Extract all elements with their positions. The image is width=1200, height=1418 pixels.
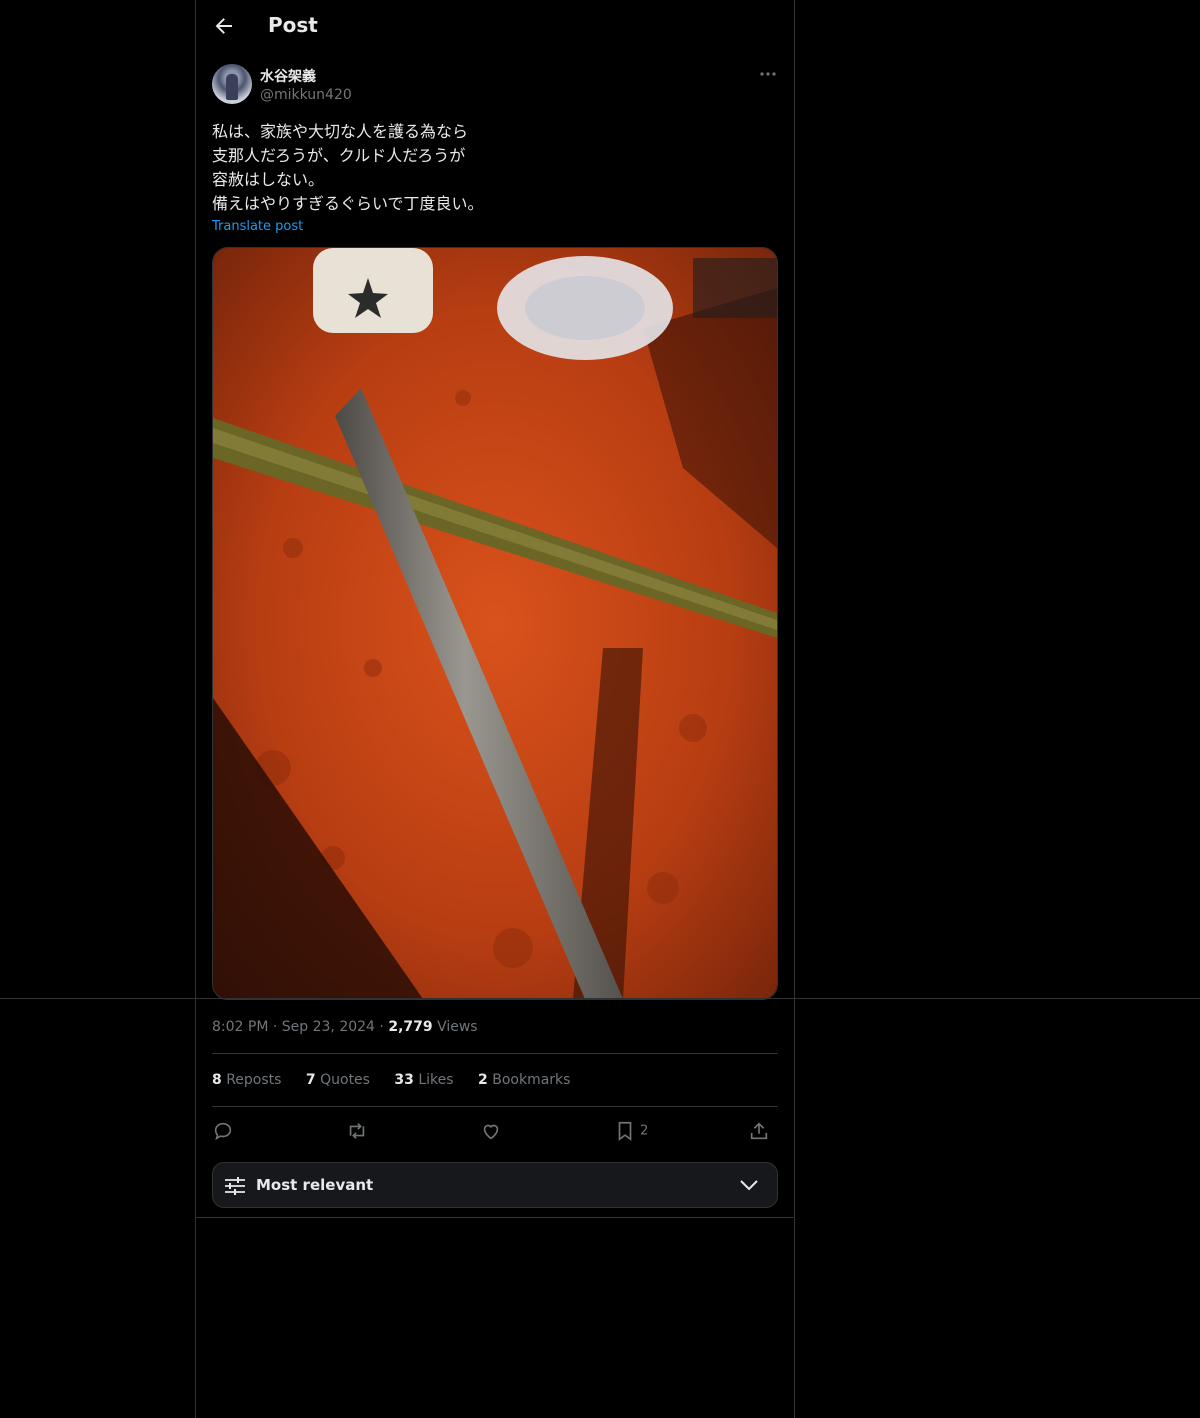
post-line: 支那人だろうが、クルド人だろうが bbox=[212, 146, 466, 165]
divider bbox=[212, 1106, 778, 1107]
bookmark-icon[interactable]: 2 bbox=[614, 1120, 648, 1144]
sort-filter-icon bbox=[225, 1177, 245, 1195]
quotes-stat[interactable]: 7 Quotes bbox=[306, 1072, 370, 1088]
post-line: 私は、家族や大切な人を護る為なら bbox=[212, 122, 469, 141]
sort-label: Most relevant bbox=[256, 1176, 374, 1194]
post-text: 私は、家族や大切な人を護る為なら 支那人だろうが、クルド人だろうが 容赦はしない。備… bbox=[212, 120, 484, 216]
engagement-stats: 8 Reposts 7 Quotes 33 Likes 2 Bookmarks bbox=[212, 1072, 590, 1088]
post-meta: 8:02 PM · Sep 23, 2024 · 2,779 Views bbox=[212, 1019, 478, 1035]
share-icon[interactable] bbox=[748, 1120, 770, 1144]
post-image[interactable] bbox=[212, 247, 778, 1000]
views-count: 2,779 bbox=[388, 1019, 433, 1035]
divider bbox=[0, 998, 1200, 999]
divider bbox=[212, 1053, 778, 1054]
author-handle[interactable]: @mikkun420 bbox=[260, 87, 352, 103]
likes-stat[interactable]: 33 Likes bbox=[394, 1072, 453, 1088]
reposts-stat[interactable]: 8 Reposts bbox=[212, 1072, 281, 1088]
views-label: Views bbox=[437, 1019, 478, 1035]
page-title: Post bbox=[268, 13, 318, 37]
bookmarks-stat[interactable]: 2 Bookmarks bbox=[478, 1072, 570, 1088]
post-line: 備えはやりすぎるぐらいで丁度良い。 bbox=[212, 194, 484, 213]
author-name[interactable]: 水谷架義 bbox=[260, 66, 316, 86]
like-icon[interactable] bbox=[480, 1120, 502, 1144]
post-line: 容赦はしない。 bbox=[212, 170, 325, 189]
more-options-icon[interactable] bbox=[758, 64, 778, 84]
sort-replies-dropdown[interactable]: Most relevant bbox=[212, 1162, 778, 1208]
back-arrow-icon[interactable] bbox=[212, 14, 236, 38]
bookmark-count: 2 bbox=[640, 1123, 649, 1139]
translate-link[interactable]: Translate post bbox=[212, 219, 303, 234]
action-bar: 2 bbox=[212, 1118, 778, 1146]
divider bbox=[195, 1217, 795, 1218]
post-header: Post bbox=[196, 0, 794, 53]
chevron-down-icon bbox=[740, 1180, 758, 1191]
post-date[interactable]: Sep 23, 2024 bbox=[282, 1019, 375, 1035]
post-time[interactable]: 8:02 PM bbox=[212, 1019, 268, 1035]
main-column: Post 水谷架義 @mikkun420 私は、家族や大切な人を護る為なら 支那人… bbox=[195, 0, 795, 1418]
avatar[interactable] bbox=[212, 64, 252, 104]
reply-icon[interactable] bbox=[212, 1120, 234, 1144]
repost-icon[interactable] bbox=[346, 1120, 368, 1144]
